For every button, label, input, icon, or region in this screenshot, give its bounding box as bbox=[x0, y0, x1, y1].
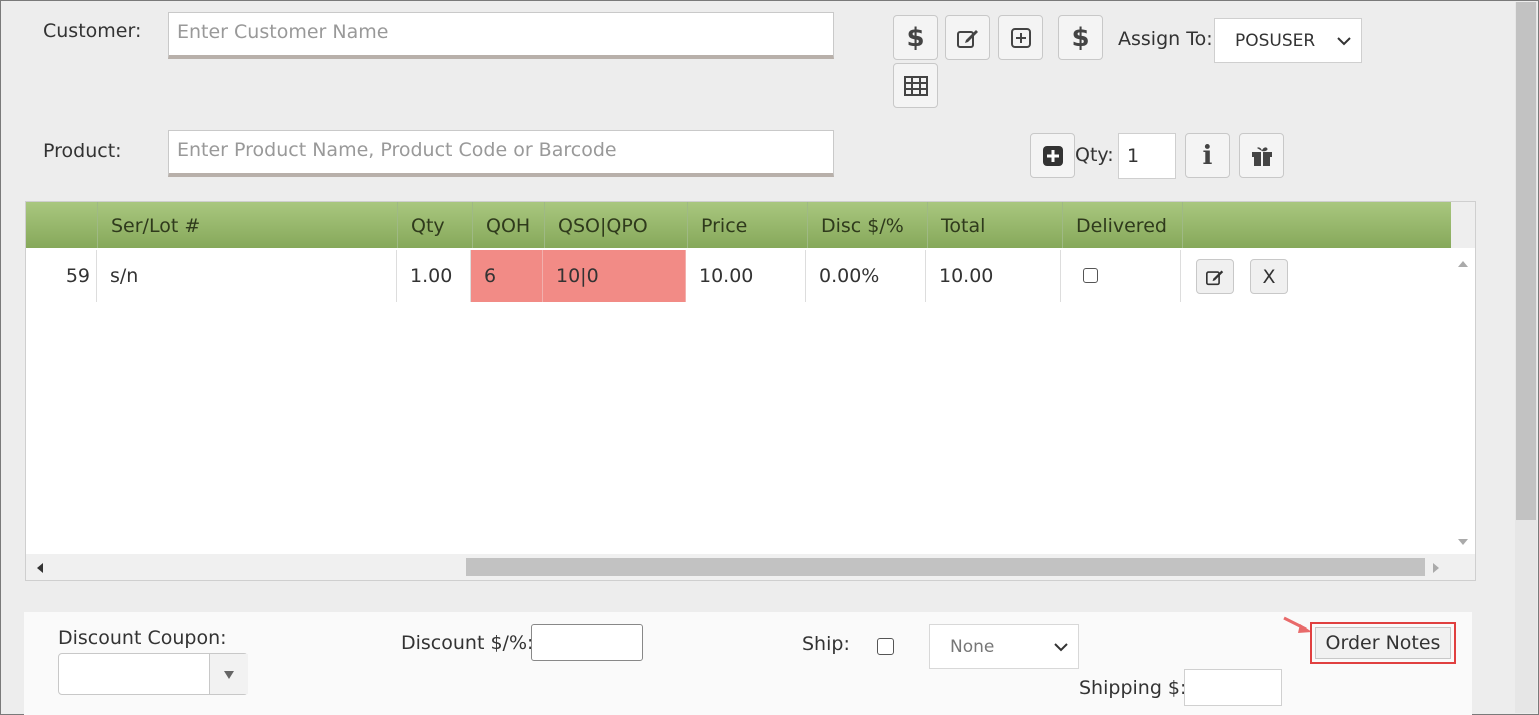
product-search-input[interactable]: Enter Product Name, Product Code or Barc… bbox=[168, 130, 834, 177]
delivered-checkbox[interactable] bbox=[1083, 268, 1098, 283]
table-icon bbox=[903, 75, 928, 96]
add-product-button[interactable] bbox=[1030, 133, 1075, 178]
info-icon: i bbox=[1202, 140, 1213, 171]
discount-label: Discount $/%: bbox=[401, 632, 534, 654]
scroll-left-icon bbox=[37, 563, 43, 573]
assign-to-label: Assign To: bbox=[1118, 28, 1213, 50]
qty-input[interactable]: 1 bbox=[1118, 133, 1176, 179]
column-header-disc[interactable]: Disc $/% bbox=[807, 202, 927, 248]
row-delivered-cell bbox=[1061, 250, 1181, 302]
assign-to-value: POSUSER bbox=[1235, 30, 1316, 51]
customer-label: Customer: bbox=[43, 20, 142, 42]
column-header-serlot[interactable]: Ser/Lot # bbox=[97, 202, 397, 248]
column-header-blank bbox=[26, 202, 97, 248]
ship-checkbox[interactable] bbox=[877, 638, 894, 655]
scroll-up-icon bbox=[1458, 261, 1468, 267]
row-qty[interactable]: 1.00 bbox=[397, 250, 471, 302]
page-scrollbar[interactable] bbox=[1515, 2, 1537, 713]
scroll-right-icon bbox=[1433, 563, 1439, 573]
gift-button[interactable] bbox=[1239, 133, 1284, 178]
ship-label: Ship: bbox=[802, 633, 850, 655]
row-serlot[interactable]: s/n bbox=[97, 250, 397, 302]
column-header-qty[interactable]: Qty bbox=[397, 202, 472, 248]
chevron-down-icon bbox=[1337, 37, 1351, 46]
ship-method-select[interactable]: None bbox=[929, 624, 1079, 669]
order-items-grid: Ser/Lot # Qty QOH QSO|QPO Price Disc $/%… bbox=[25, 201, 1476, 581]
plus-square-icon bbox=[1010, 27, 1031, 48]
discount-coupon-label: Discount Coupon: bbox=[58, 627, 227, 649]
row-disc[interactable]: 0.00% bbox=[806, 250, 926, 302]
plus-square-icon bbox=[1042, 145, 1063, 166]
column-header-qoh[interactable]: QOH bbox=[472, 202, 544, 248]
row-partial-cell: 59 bbox=[26, 250, 97, 302]
column-header-actions bbox=[1182, 202, 1451, 248]
grid-header: Ser/Lot # Qty QOH QSO|QPO Price Disc $/%… bbox=[26, 202, 1451, 248]
row-price[interactable]: 10.00 bbox=[686, 250, 806, 302]
column-header-qso-qpo[interactable]: QSO|QPO bbox=[544, 202, 687, 248]
chevron-down-icon bbox=[1054, 643, 1068, 652]
column-header-price[interactable]: Price bbox=[687, 202, 807, 248]
column-header-delivered[interactable]: Delivered bbox=[1062, 202, 1182, 248]
dollar-icon: $ bbox=[1071, 22, 1090, 53]
vertical-scrollbar[interactable] bbox=[1451, 248, 1475, 554]
row-qoh: 6 bbox=[471, 250, 543, 302]
order-notes-highlight: Order Notes bbox=[1310, 622, 1456, 664]
customer-balance-button[interactable]: $ bbox=[1058, 15, 1103, 60]
edit-icon bbox=[1206, 269, 1224, 285]
qty-label: Qty: bbox=[1075, 144, 1114, 166]
edit-customer-button[interactable] bbox=[945, 15, 990, 60]
product-info-button[interactable]: i bbox=[1185, 133, 1230, 178]
delete-row-button[interactable]: X bbox=[1250, 259, 1288, 294]
row-qso-qpo: 10|0 bbox=[543, 250, 686, 302]
customer-search-input[interactable]: Enter Customer Name bbox=[168, 12, 834, 59]
caret-down-icon bbox=[224, 671, 234, 679]
discount-coupon-combobox[interactable] bbox=[58, 653, 248, 695]
edit-row-button[interactable] bbox=[1196, 259, 1234, 294]
gift-icon bbox=[1251, 146, 1272, 166]
scroll-down-icon bbox=[1458, 539, 1468, 545]
edit-icon bbox=[956, 29, 978, 48]
add-customer-button[interactable] bbox=[998, 15, 1043, 60]
order-notes-button[interactable]: Order Notes bbox=[1315, 627, 1451, 659]
horizontal-scrollbar[interactable] bbox=[26, 554, 1475, 580]
product-label: Product: bbox=[43, 140, 122, 162]
scrollbar-thumb[interactable] bbox=[466, 558, 1425, 576]
table-view-button[interactable] bbox=[893, 63, 938, 108]
scrollbar-corner bbox=[1451, 202, 1475, 248]
ship-method-value: None bbox=[950, 636, 995, 657]
coupon-dropdown-button[interactable] bbox=[209, 654, 248, 694]
row-total: 10.00 bbox=[926, 250, 1061, 302]
page-scrollbar-thumb[interactable] bbox=[1516, 2, 1536, 520]
column-header-total[interactable]: Total bbox=[927, 202, 1062, 248]
price-button[interactable]: $ bbox=[893, 15, 938, 60]
discount-input[interactable] bbox=[531, 624, 643, 661]
shipping-label: Shipping $: bbox=[1079, 677, 1187, 699]
shipping-amount-input[interactable] bbox=[1184, 669, 1282, 706]
assign-to-select[interactable]: POSUSER bbox=[1214, 18, 1362, 63]
dollar-icon: $ bbox=[906, 22, 925, 53]
